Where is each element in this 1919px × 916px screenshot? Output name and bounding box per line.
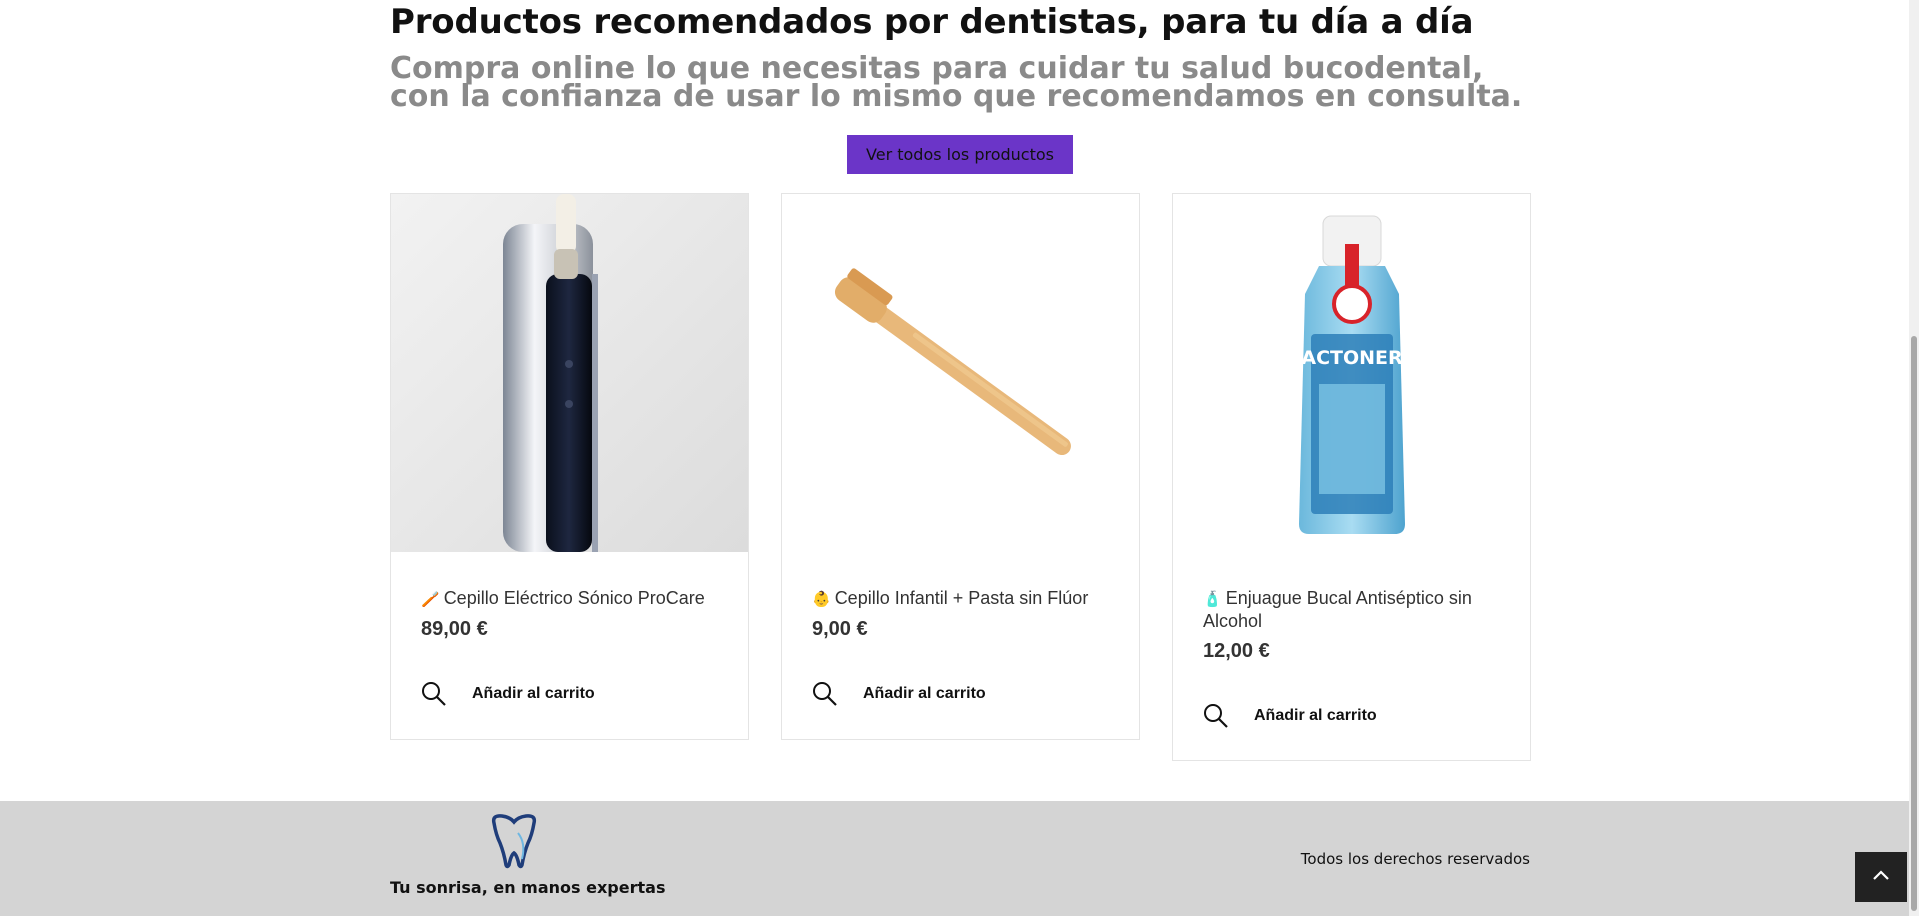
tooth-logo-icon[interactable] [488,813,540,869]
product-name-label: Enjuague Bucal Antiséptico sin Alcohol [1203,588,1472,631]
scrollbar-thumb[interactable] [1911,336,1917,911]
product-price: 89,00 € [421,618,488,640]
footer: Tu sonrisa, en manos expertas Todos los … [0,801,1909,916]
quick-view-search-icon[interactable] [1203,703,1229,729]
section-subtitle: Compra online lo que necesitas para cuid… [390,51,1523,114]
product-actions: Añadir al carrito [421,681,595,707]
page: Productos recomendados por dentistas, pa… [0,0,1919,916]
add-to-cart-button[interactable]: Añadir al carrito [1254,707,1377,725]
product-card: 👶 Cepillo Infantil + Pasta sin Flúor 9,00… [781,193,1140,740]
product-price: 9,00 € [812,618,868,640]
scroll-to-top-button[interactable] [1855,852,1907,902]
bottle-icon: 🧴 [1203,590,1222,608]
product-actions: Añadir al carrito [812,681,986,707]
product-card: ACTONER 🧴 Enjuague Bucal Antiséptico sin … [1172,193,1531,761]
add-to-cart-button[interactable]: Añadir al carrito [863,685,986,703]
quick-view-search-icon[interactable] [421,681,447,707]
product-card: 🪥 Cepillo Eléctrico Sónico ProCare 89,00 … [390,193,749,740]
chevron-up-icon [1872,868,1890,886]
quick-view-search-icon[interactable] [812,681,838,707]
product-name[interactable]: 🪥 Cepillo Eléctrico Sónico ProCare [421,587,721,610]
electric-toothbrush-image[interactable] [391,194,748,552]
product-name[interactable]: 👶 Cepillo Infantil + Pasta sin Flúor [812,587,1112,610]
toothbrush-icon: 🪥 [421,590,440,608]
baby-icon: 👶 [812,590,831,608]
product-name[interactable]: 🧴 Enjuague Bucal Antiséptico sin Alcohol [1203,587,1503,632]
mouthwash-bottle-image[interactable]: ACTONER [1173,194,1530,552]
bamboo-toothbrush-image[interactable] [782,194,1139,552]
footer-tagline: Tu sonrisa, en manos expertas [390,878,666,897]
footer-copyright: Todos los derechos reservados [1300,850,1530,868]
product-name-label: Cepillo Infantil + Pasta sin Flúor [834,588,1089,608]
view-all-products-button[interactable]: Ver todos los productos [847,135,1073,174]
product-actions: Añadir al carrito [1203,703,1377,729]
product-name-label: Cepillo Eléctrico Sónico ProCare [443,588,705,608]
bottle-brand-label: ACTONER [1301,347,1403,369]
section-title: Productos recomendados por dentistas, pa… [390,2,1474,42]
product-price: 12,00 € [1203,640,1270,662]
add-to-cart-button[interactable]: Añadir al carrito [472,685,595,703]
